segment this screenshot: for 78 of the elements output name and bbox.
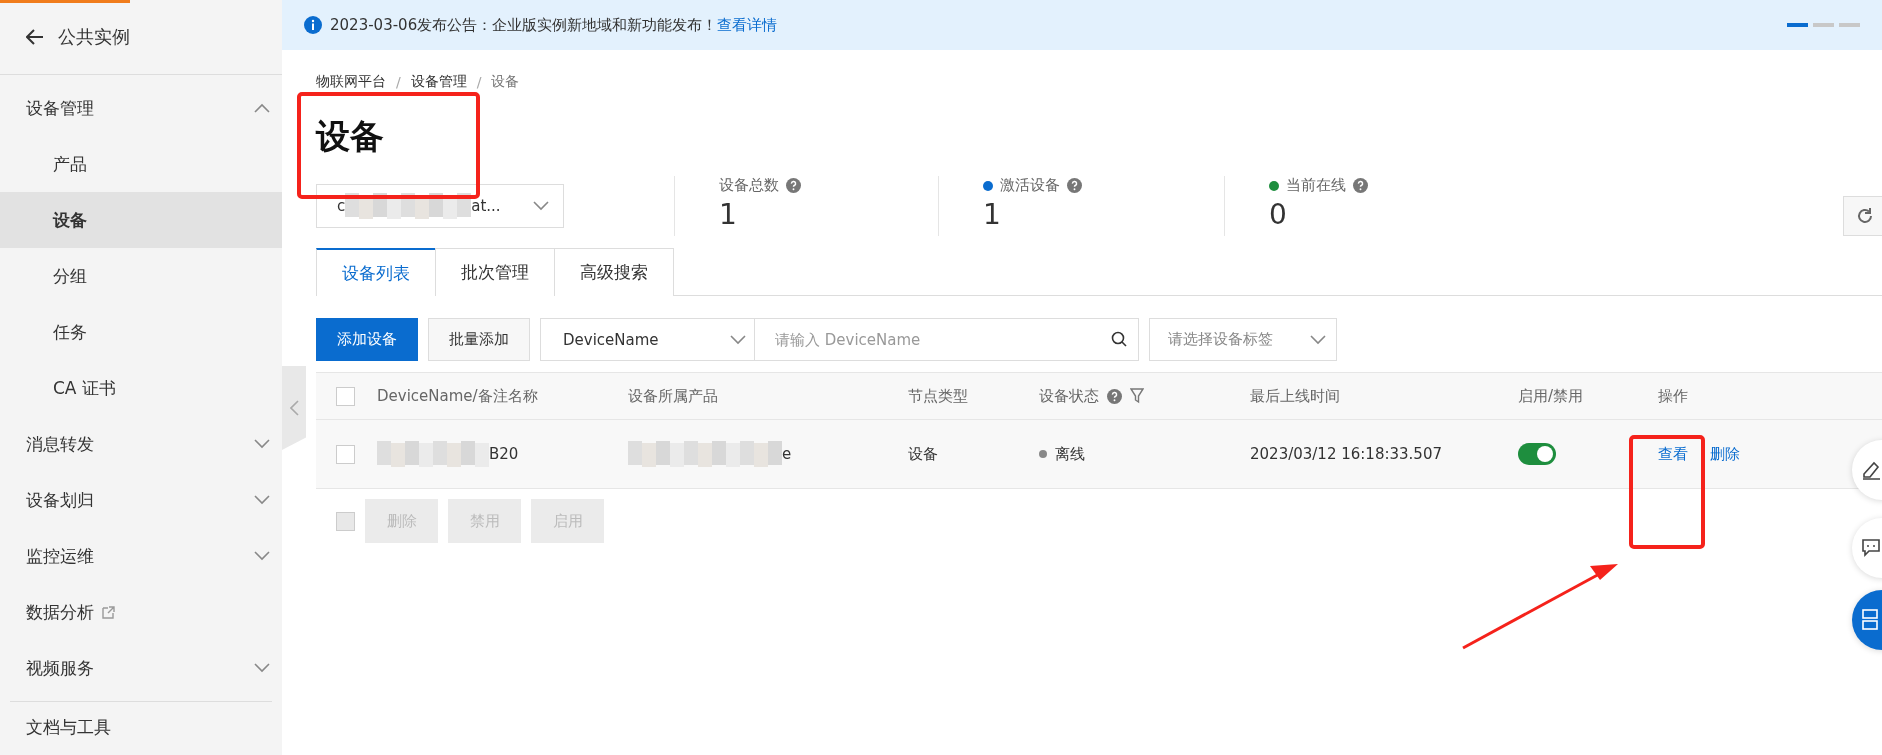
sidebar-item[interactable]: 设备划归 <box>0 472 282 528</box>
sidebar-item[interactable]: 设备管理 <box>0 80 282 136</box>
chevron-down-icon <box>533 201 549 211</box>
sidebar-item[interactable]: 数据分析 <box>0 584 282 640</box>
column-header: 设备状态 <box>1039 386 1099 406</box>
chevron-down-icon <box>254 495 270 505</box>
stat-value: 1 <box>719 199 738 231</box>
table-cell: 2023/03/12 16:18:33.507 <box>1250 445 1442 463</box>
sidebar-item[interactable]: 产品 <box>0 136 282 192</box>
table-cell: B20 <box>489 445 519 463</box>
sidebar-item[interactable]: 分组 <box>0 248 282 304</box>
batch-add-button[interactable]: 批量添加 <box>428 318 530 361</box>
pager-dash[interactable] <box>1813 23 1834 27</box>
stat-value: 0 <box>1269 199 1288 231</box>
add-device-button[interactable]: 添加设备 <box>316 318 418 361</box>
action-link[interactable]: 查看 <box>1658 444 1688 464</box>
chevron-down-icon <box>254 663 270 673</box>
tab[interactable]: 批次管理 <box>435 248 555 296</box>
page-title: 设备 <box>316 115 385 158</box>
stat-label: 设备总数 <box>719 176 779 195</box>
tag-select[interactable]: 请选择设备标签 <box>1149 318 1337 361</box>
help-icon <box>1353 178 1368 193</box>
sidebar-item[interactable]: 消息转发 <box>0 416 282 472</box>
sidebar-item[interactable]: 任务 <box>0 304 282 360</box>
help-icon <box>786 178 801 193</box>
help-icon <box>1067 178 1082 193</box>
column-header: 设备所属产品 <box>628 386 718 406</box>
field-select[interactable]: DeviceName <box>540 318 755 361</box>
chevron-down-icon <box>254 551 270 561</box>
column-header: 启用/禁用 <box>1518 386 1584 406</box>
arrow-left-icon <box>26 29 44 45</box>
column-header: 节点类型 <box>908 386 968 406</box>
refresh-button[interactable] <box>1843 196 1882 236</box>
tab[interactable]: 高级搜索 <box>554 248 674 296</box>
table-cell: e <box>782 445 792 463</box>
search-icon <box>1111 331 1127 347</box>
sidebar-item[interactable]: 文档与工具 <box>0 707 282 747</box>
sidebar-item[interactable]: 设备 <box>0 192 282 248</box>
checkbox[interactable] <box>336 386 355 406</box>
table-cell: 设备 <box>908 444 938 464</box>
stat-label: 激活设备 <box>1000 176 1060 195</box>
info-icon <box>304 16 322 34</box>
action-link[interactable]: 删除 <box>1710 444 1740 464</box>
details-link[interactable]: 查看详情 <box>717 15 778 35</box>
refresh-icon <box>1855 206 1875 226</box>
breadcrumb-link[interactable]: 设备管理 <box>410 73 467 91</box>
column-header: 最后上线时间 <box>1250 386 1340 406</box>
sidebar-item[interactable]: CA 证书 <box>0 360 282 416</box>
table-cell: 离线 <box>1055 444 1085 464</box>
pager-dash[interactable] <box>1839 23 1860 27</box>
filter-icon[interactable] <box>1130 388 1144 404</box>
collapse-handle[interactable] <box>282 366 306 450</box>
stat-value: 1 <box>983 199 1002 231</box>
checkbox[interactable] <box>336 444 355 464</box>
column-header: DeviceName/备注名称 <box>377 386 538 406</box>
chevron-down-icon <box>1310 334 1326 345</box>
product-select[interactable]: c at... <box>316 184 564 228</box>
chevron-down-icon <box>254 439 270 449</box>
tab[interactable]: 设备列表 <box>316 248 436 296</box>
announcement-text: 2023-03-06发布公告：企业版实例新地域和新功能发布！ <box>330 15 718 35</box>
external-link-icon <box>102 605 115 619</box>
chevron-up-icon <box>254 103 270 113</box>
column-header: 操作 <box>1658 386 1688 406</box>
pager-dash[interactable] <box>1787 23 1808 27</box>
chevron-left-icon <box>289 400 299 416</box>
chat-icon <box>1862 539 1880 557</box>
breadcrumb-separator: / <box>476 74 482 90</box>
help-icon <box>1107 388 1122 404</box>
breadcrumb-link[interactable]: 物联网平台 <box>316 73 386 91</box>
sidebar-item[interactable]: 监控运维 <box>0 528 282 584</box>
stat-label: 当前在线 <box>1286 176 1346 195</box>
enable-toggle[interactable] <box>1518 443 1556 465</box>
breadcrumb-separator: / <box>396 74 401 90</box>
search-field[interactable]: 请输入 DeviceName <box>754 318 1139 361</box>
chevron-down-icon <box>730 334 746 345</box>
grid-icon <box>1862 609 1880 631</box>
sidebar-item[interactable]: 视频服务 <box>0 640 282 696</box>
pencil-icon <box>1862 460 1880 480</box>
